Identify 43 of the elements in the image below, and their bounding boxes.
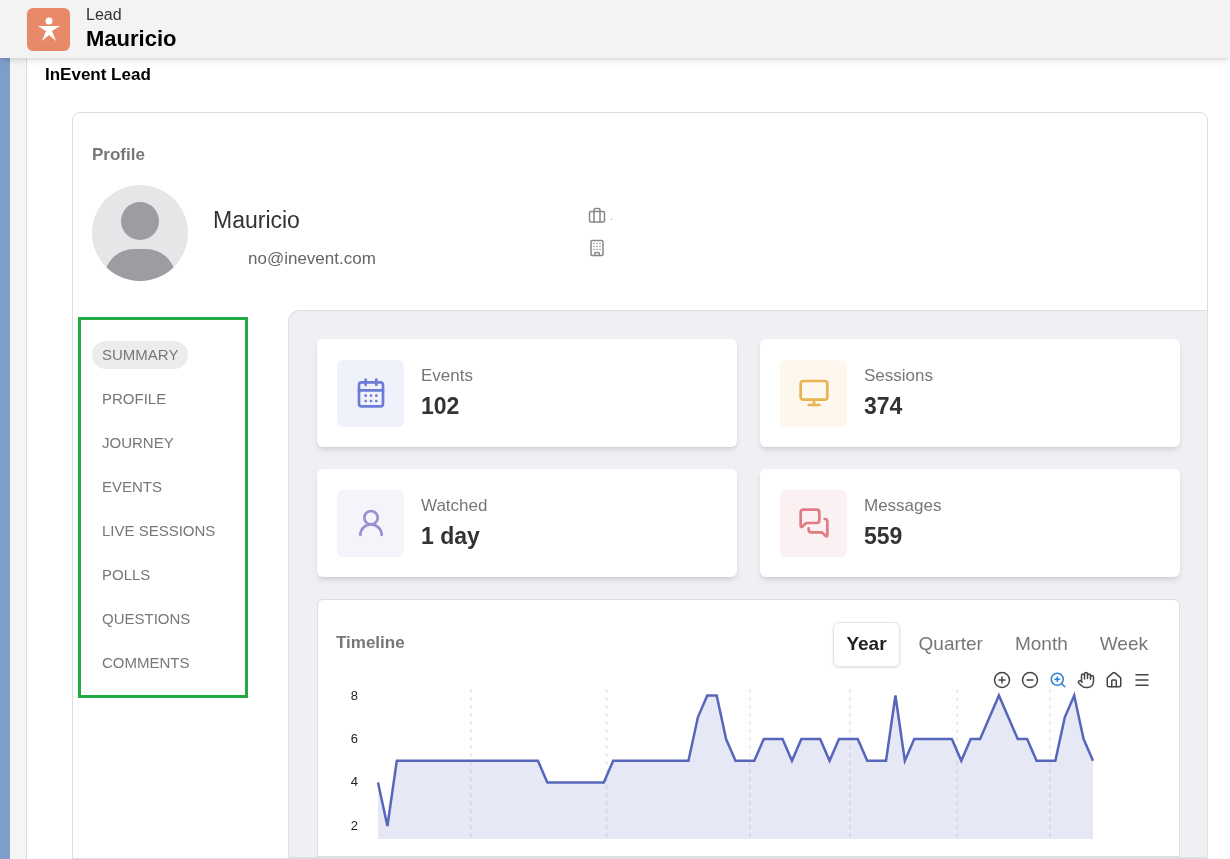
timeline-title: Timeline xyxy=(336,632,405,654)
stat-value: 1 day xyxy=(421,521,481,551)
menu-icon[interactable] xyxy=(1133,671,1151,689)
briefcase-icon xyxy=(588,207,606,225)
nav-item[interactable]: EVENTS xyxy=(92,473,172,501)
zoom-in-icon[interactable] xyxy=(993,671,1011,689)
nav-item[interactable]: QUESTIONS xyxy=(92,605,201,633)
monitor-icon xyxy=(797,377,830,409)
y-tick-label: 4 xyxy=(350,774,358,790)
home-icon[interactable] xyxy=(1105,671,1123,689)
y-tick-label: 6 xyxy=(350,731,358,746)
pan-hand-icon[interactable] xyxy=(1077,671,1095,689)
stat-label: Messages xyxy=(864,495,942,517)
y-tick-label: 8 xyxy=(350,689,358,703)
nav-item[interactable]: LIVE SESSIONS xyxy=(92,517,226,545)
chat-bubbles-icon xyxy=(797,507,830,539)
profile-email: no@inevent.com xyxy=(248,247,377,270)
object-type-label: Lead xyxy=(86,5,123,26)
range-tab[interactable]: Quarter xyxy=(905,622,996,667)
nav-item[interactable]: POLLS xyxy=(92,561,161,589)
stat-value: 102 xyxy=(421,391,461,421)
magnifier-icon[interactable] xyxy=(1049,671,1067,689)
nav-item[interactable]: SUMMARY xyxy=(92,341,189,369)
y-tick-label: 2 xyxy=(350,817,358,833)
nav-item[interactable]: PROFILE xyxy=(92,385,177,413)
nav-item[interactable]: COMMENTS xyxy=(92,649,200,677)
range-tab[interactable]: Year xyxy=(833,622,900,667)
building-icon xyxy=(588,239,606,257)
stat-label: Sessions xyxy=(864,365,933,387)
job-title-value: . xyxy=(610,209,613,224)
stat-value: 559 xyxy=(864,521,904,551)
nav-item[interactable]: JOURNEY xyxy=(92,429,184,457)
stat-label: Watched xyxy=(421,495,488,517)
stat-label: Events xyxy=(421,365,473,387)
stat-value: 374 xyxy=(864,391,904,421)
range-tab[interactable]: Week xyxy=(1086,622,1161,667)
section-title: InEvent Lead xyxy=(45,64,152,86)
profile-name: Mauricio xyxy=(213,206,301,235)
record-title: Mauricio xyxy=(86,25,177,53)
profile-heading: Profile xyxy=(92,143,146,166)
zoom-out-icon[interactable] xyxy=(1021,671,1039,689)
range-tab[interactable]: Month xyxy=(1001,622,1081,667)
lead-logo-icon xyxy=(27,7,70,51)
